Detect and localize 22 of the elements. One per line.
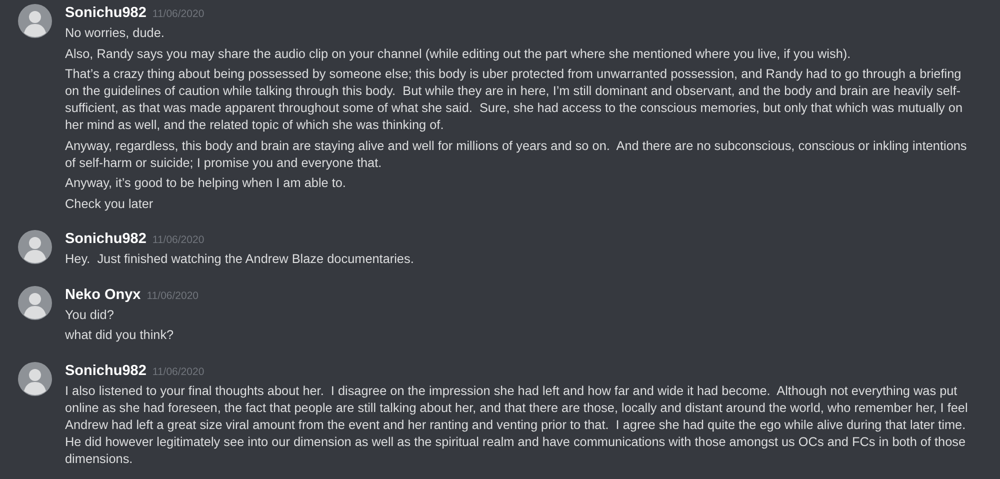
message-text: Hey. Just finished watching the Andrew Blaze documentaries.: [65, 251, 415, 268]
message-text: Anyway, it’s good to be helping when I am able to.: [65, 175, 347, 192]
username[interactable]: Sonichu982: [65, 362, 146, 378]
avatar[interactable]: [18, 230, 52, 264]
avatar[interactable]: [18, 286, 52, 320]
message-text: No worries, dude.: [65, 25, 166, 42]
message-text: Check you later: [65, 196, 154, 212]
message-text: Anyway, regardless, this body and brain are staying alive and well for millions of years and so on. And there are no subconscious, conscious or inkling intentions of self-harm or suicide; I promise you and everyone that.: [65, 138, 968, 172]
timestamp: 11/06/2020: [152, 234, 204, 246]
timestamp: 11/06/2020: [146, 290, 199, 302]
timestamp: 11/06/2020: [152, 366, 204, 378]
avatar[interactable]: [18, 362, 52, 396]
username[interactable]: Sonichu982: [65, 5, 146, 21]
message-text: Also, Randy says you may share the audio clip on your channel (while editing out the part where she mentioned where you live, if you wish).: [65, 46, 852, 62]
message-text: That’s a crazy thing about being possessed by someone else; this body is uber protected from unwarranted possession, and Randy had to go through a briefing on the guidelines of caution while talking through this body. But while they are in here, I’m still dominant and observant, and the body and brain are heavily self-sufficient, as that was made apparent throughout some of what she said. Sure, she had access to the conscious memories, but only that which was mutually on her mind as well, and the related topic of which she was thinking of.: [65, 66, 964, 134]
username[interactable]: Sonichu982: [65, 231, 146, 247]
username[interactable]: Neko Onyx: [65, 286, 141, 302]
message-text: You did?: [65, 306, 115, 324]
timestamp: 11/06/2020: [152, 8, 204, 20]
avatar[interactable]: [18, 4, 52, 38]
message-text: I also listened to your final thoughts about her. I disagree on the impression she had left and how far and wide it had become. Although not everything was put online as she had foreseen, the fact that people are still talking about her, and that there are those, locally and distant around the world, who remember her, I feel Andrew had left a great size viral amount from the event and her ranting and venting prior to that. I agree she had quite the ego while alive during that later time. He did however legitimately see into our dimension as well as the spiritual realm and have communications with those amongst us OCs and FCs in both of those dimensions.: [65, 382, 969, 468]
message-text: what did you think?: [65, 327, 175, 344]
